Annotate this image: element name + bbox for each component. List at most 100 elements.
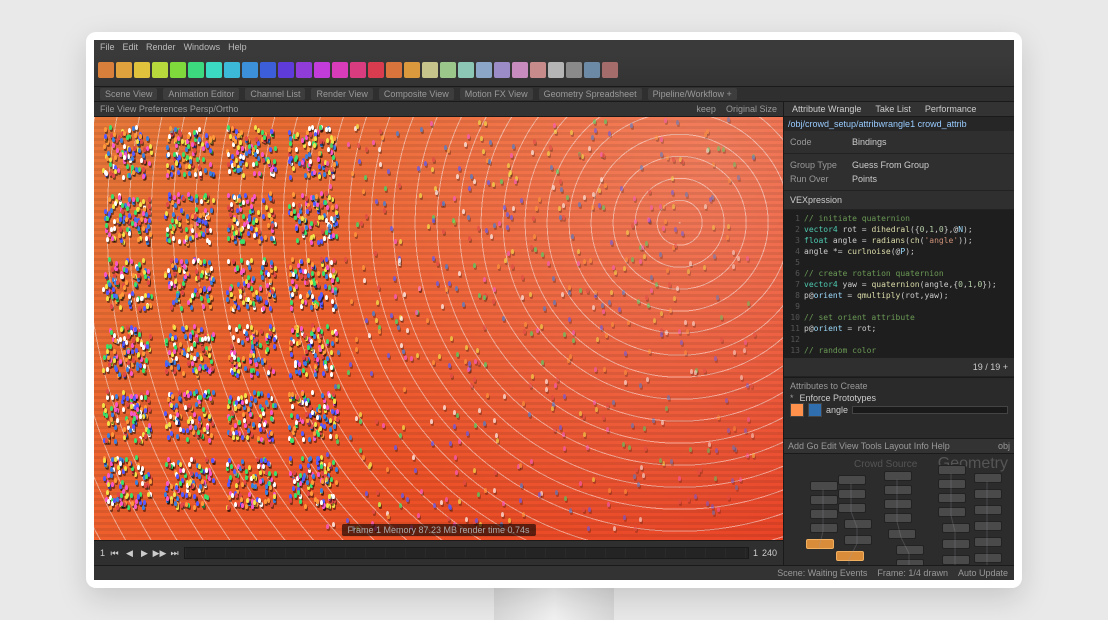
group-type-value[interactable]: Guess From Group <box>852 160 929 170</box>
network-node[interactable] <box>838 475 866 485</box>
shelf-tool-particles[interactable] <box>440 62 456 78</box>
pane-tab-geometry-spreadsheet[interactable]: Geometry Spreadsheet <box>539 88 642 100</box>
shelf-tool-oceans[interactable] <box>566 62 582 78</box>
shelf-tool-simple-fx[interactable] <box>476 62 492 78</box>
net-tab-obj[interactable]: obj <box>998 441 1010 451</box>
last-frame-field[interactable]: 240 <box>762 548 777 558</box>
pane-tab-channel-list[interactable]: Channel List <box>245 88 305 100</box>
network-node[interactable] <box>942 539 970 549</box>
network-node[interactable] <box>884 499 912 509</box>
network-node[interactable] <box>810 481 838 491</box>
network-node[interactable] <box>938 465 966 475</box>
step-fwd-icon[interactable]: ▶▶ <box>154 548 165 559</box>
shelf-tool-modify[interactable] <box>116 62 132 78</box>
shelf-tool-polygon[interactable] <box>152 62 168 78</box>
shelf-tool-grooming[interactable] <box>314 62 330 78</box>
goto-last-icon[interactable]: ⏭ <box>169 548 180 559</box>
shelf-tool-character[interactable] <box>242 62 258 78</box>
network-node[interactable] <box>974 521 1002 531</box>
network-node[interactable] <box>974 553 1002 563</box>
parm-tab-bindings[interactable]: Bindings <box>852 137 887 147</box>
network-node[interactable] <box>810 509 838 519</box>
step-back-icon[interactable]: ◀ <box>124 548 135 559</box>
shelf-tool-volume[interactable] <box>386 62 402 78</box>
scene-viewport[interactable]: Frame 1 Memory 87.23 MB render time 0.74… <box>94 117 783 540</box>
shelf-tool-lights-and-cameras[interactable] <box>404 62 420 78</box>
tab-attribwrangle[interactable]: Attribute Wrangle <box>788 104 865 114</box>
shelf-tool-collisions[interactable] <box>422 62 438 78</box>
pane-tab-scene-view[interactable]: Scene View <box>100 88 157 100</box>
vex-code-editor[interactable]: 1// initiate quaternion2vector4 rot = di… <box>784 210 1014 358</box>
parm-tab-code[interactable]: Code <box>790 137 846 147</box>
angle-slider[interactable] <box>852 406 1008 414</box>
shelf-tool-texture[interactable] <box>188 62 204 78</box>
current-frame-field[interactable]: 1 <box>753 548 758 558</box>
network-node[interactable] <box>974 537 1002 547</box>
pane-tab-render-view[interactable]: Render View <box>311 88 372 100</box>
color-swatch-a[interactable] <box>790 403 804 417</box>
shelf-tool-wire[interactable] <box>548 62 564 78</box>
network-node[interactable] <box>942 523 970 533</box>
shelf-tool-pyro-fx[interactable] <box>512 62 528 78</box>
network-node[interactable] <box>838 503 866 513</box>
viewport-menus[interactable]: File View Preferences Persp/Ortho <box>100 104 238 114</box>
status-auto[interactable]: Auto Update <box>958 568 1008 578</box>
network-node[interactable] <box>810 495 838 505</box>
shelf-tool-rigging[interactable] <box>206 62 222 78</box>
pane-tab-pipeline-workflow-[interactable]: Pipeline/Workflow + <box>648 88 737 100</box>
network-node[interactable] <box>844 519 872 529</box>
shelf-tool-model[interactable] <box>134 62 150 78</box>
menu-edit[interactable]: Edit <box>123 42 139 52</box>
network-node[interactable] <box>838 489 866 499</box>
network-node[interactable] <box>844 535 872 545</box>
network-node[interactable] <box>974 473 1002 483</box>
menu-windows[interactable]: Windows <box>184 42 221 52</box>
goto-first-icon[interactable]: ⏮ <box>109 548 120 559</box>
color-swatch-b[interactable] <box>808 403 822 417</box>
network-node[interactable] <box>974 489 1002 499</box>
network-node[interactable] <box>810 523 838 533</box>
network-editor[interactable]: Add Go Edit View Tools Layout Info Help … <box>784 438 1014 565</box>
shelf-tool-constraints[interactable] <box>260 62 276 78</box>
network-toolbar[interactable]: Add Go Edit View Tools Layout Info Help <box>788 441 950 451</box>
tab-performance[interactable]: Performance <box>921 104 981 114</box>
shelf-tool-tools[interactable] <box>296 62 312 78</box>
frame-slider[interactable] <box>184 547 749 559</box>
network-node[interactable] <box>896 545 924 555</box>
attr-value[interactable]: Enforce Prototypes <box>800 393 877 403</box>
shelf-tool-rigid-bodies[interactable] <box>494 62 510 78</box>
menu-help[interactable]: Help <box>228 42 247 52</box>
network-node[interactable] <box>938 507 966 517</box>
shelf-tool-cloth[interactable] <box>368 62 384 78</box>
network-node[interactable] <box>974 505 1002 515</box>
network-node[interactable] <box>884 513 912 523</box>
tab-takelist[interactable]: Take List <box>871 104 915 114</box>
menu-file[interactable]: File <box>100 42 115 52</box>
run-over-value[interactable]: Points <box>852 174 877 184</box>
pane-tab-animation-editor[interactable]: Animation Editor <box>163 88 239 100</box>
shelf-tool-muscles[interactable] <box>224 62 240 78</box>
shelf-tool-drive-simulation[interactable] <box>458 62 474 78</box>
viewport-toggle[interactable]: keep <box>696 104 716 114</box>
shelf-tool-terrain[interactable] <box>332 62 348 78</box>
shelf-tool-hair[interactable] <box>278 62 294 78</box>
network-node[interactable] <box>938 479 966 489</box>
shelf-tool-create[interactable] <box>98 62 114 78</box>
network-node[interactable] <box>942 555 970 565</box>
play-icon[interactable]: ▶ <box>139 548 150 559</box>
first-frame-field[interactable]: 1 <box>100 548 105 558</box>
shelf-tool-rbd-fx[interactable] <box>602 62 618 78</box>
pane-tab-composite-view[interactable]: Composite View <box>379 88 454 100</box>
shelf-tool-cloud-fx[interactable] <box>530 62 546 78</box>
shelf-tool-vellum[interactable] <box>584 62 600 78</box>
network-node[interactable] <box>884 471 912 481</box>
viewport-size-label[interactable]: Original Size <box>726 104 777 114</box>
network-node[interactable] <box>938 493 966 503</box>
network-node[interactable] <box>884 485 912 495</box>
shelf-tool-crowds[interactable] <box>350 62 366 78</box>
shelf-tool-deform[interactable] <box>170 62 186 78</box>
network-node[interactable] <box>896 559 924 565</box>
menu-render[interactable]: Render <box>146 42 176 52</box>
pane-tab-motion-fx-view[interactable]: Motion FX View <box>460 88 533 100</box>
operator-path[interactable]: /obj/crowd_setup/attribwrangle1 crowd_at… <box>784 117 1014 131</box>
